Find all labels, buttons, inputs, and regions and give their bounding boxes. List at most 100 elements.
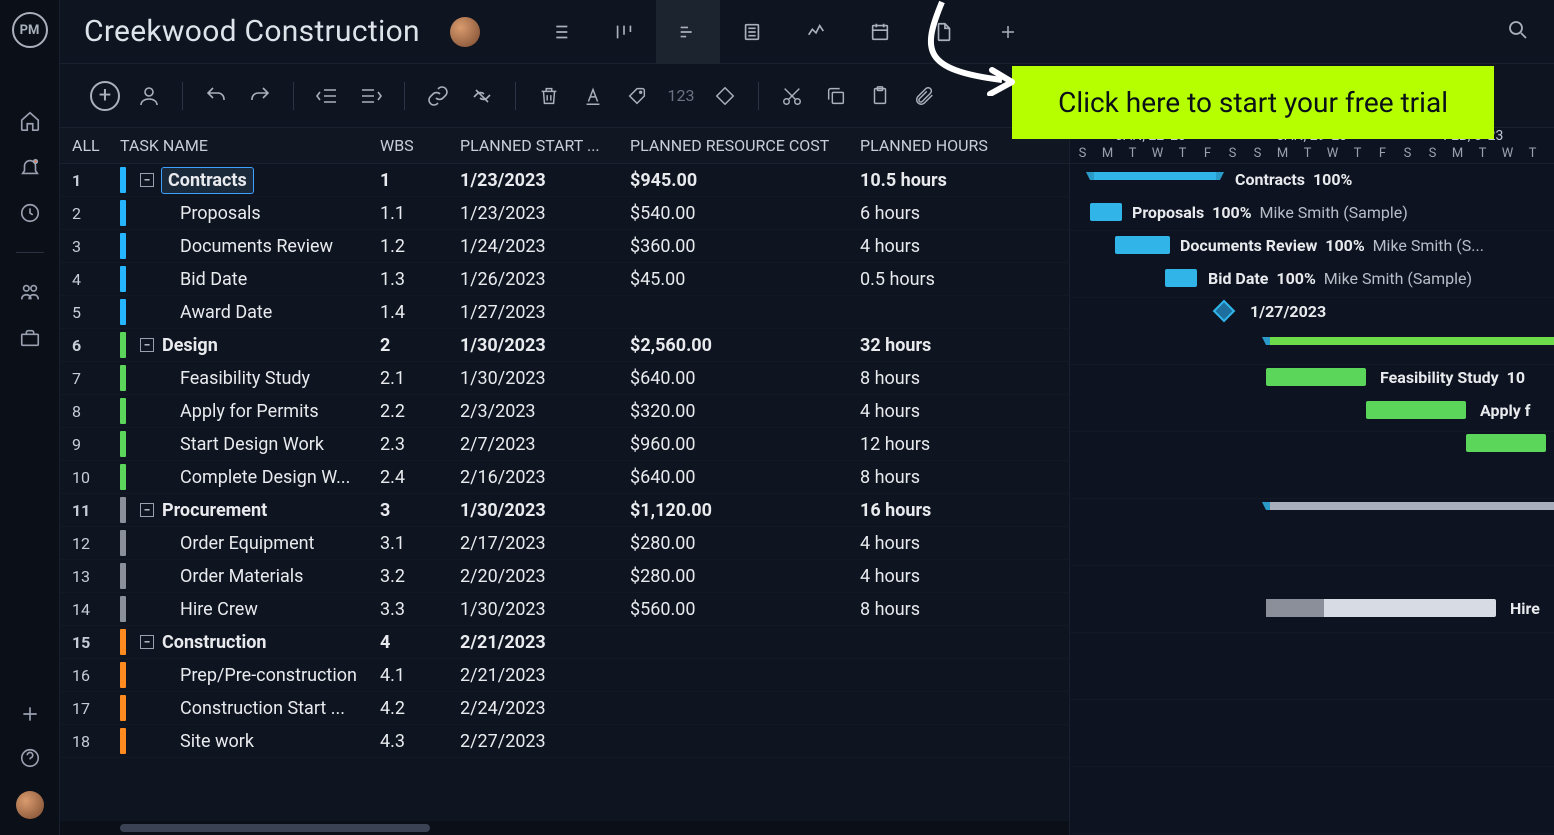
- people-icon[interactable]: [19, 281, 41, 303]
- table-row[interactable]: 6−Design21/30/2023$2,560.0032 hours: [60, 329, 1069, 362]
- search-icon[interactable]: [1506, 18, 1530, 46]
- task-name-cell[interactable]: Hire Crew: [140, 599, 258, 620]
- gantt-bar[interactable]: [1466, 434, 1546, 452]
- task-name-cell[interactable]: Bid Date: [140, 269, 247, 290]
- cost-cell[interactable]: $45.00: [630, 269, 860, 290]
- table-row[interactable]: 5Award Date1.41/27/2023: [60, 296, 1069, 329]
- copy-button[interactable]: [815, 75, 857, 117]
- gantt-bar[interactable]: [1090, 172, 1220, 180]
- task-name-cell[interactable]: Start Design Work: [140, 434, 324, 455]
- start-cell[interactable]: 2/27/2023: [460, 731, 630, 752]
- cost-cell[interactable]: $360.00: [630, 236, 860, 257]
- briefcase-icon[interactable]: [19, 327, 41, 349]
- wbs-cell[interactable]: 2.3: [380, 434, 460, 455]
- task-name-cell[interactable]: Construction Start ...: [140, 698, 345, 719]
- table-row[interactable]: 7Feasibility Study2.11/30/2023$640.008 h…: [60, 362, 1069, 395]
- home-icon[interactable]: [19, 110, 41, 132]
- tag-button[interactable]: [616, 75, 658, 117]
- table-row[interactable]: 18Site work4.32/27/2023: [60, 725, 1069, 758]
- project-owner-avatar[interactable]: [450, 17, 480, 47]
- hours-cell[interactable]: 8 hours: [860, 599, 1020, 620]
- horizontal-scrollbar[interactable]: [60, 821, 1069, 835]
- gantt-milestone[interactable]: [1213, 300, 1236, 323]
- task-name-cell[interactable]: Award Date: [140, 302, 272, 323]
- milestone-button[interactable]: [704, 75, 746, 117]
- table-row[interactable]: 3Documents Review1.21/24/2023$360.004 ho…: [60, 230, 1069, 263]
- start-cell[interactable]: 1/23/2023: [460, 203, 630, 224]
- start-cell[interactable]: 1/30/2023: [460, 368, 630, 389]
- hours-cell[interactable]: 16 hours: [860, 500, 1020, 521]
- wbs-cell[interactable]: 2.1: [380, 368, 460, 389]
- delete-button[interactable]: [528, 75, 570, 117]
- help-icon[interactable]: [19, 747, 41, 769]
- col-planned-start[interactable]: PLANNED START ...: [460, 136, 630, 155]
- gantt-bar[interactable]: [1266, 502, 1554, 510]
- start-cell[interactable]: 2/3/2023: [460, 401, 630, 422]
- wbs-cell[interactable]: 1.1: [380, 203, 460, 224]
- wbs-cell[interactable]: 1.2: [380, 236, 460, 257]
- start-cell[interactable]: 2/17/2023: [460, 533, 630, 554]
- task-name-cell[interactable]: Apply for Permits: [140, 401, 319, 422]
- task-name-cell[interactable]: Feasibility Study: [140, 368, 310, 389]
- list-view-tab[interactable]: [528, 0, 592, 64]
- gantt-chart[interactable]: JAN, 22 '23JAN, 29 '23FEB, 5 '23 SMTWTFS…: [1070, 128, 1554, 835]
- sheet-view-tab[interactable]: [720, 0, 784, 64]
- board-view-tab[interactable]: [592, 0, 656, 64]
- start-cell[interactable]: 2/24/2023: [460, 698, 630, 719]
- start-cell[interactable]: 2/16/2023: [460, 467, 630, 488]
- hours-cell[interactable]: 6 hours: [860, 203, 1020, 224]
- start-cell[interactable]: 1/27/2023: [460, 302, 630, 323]
- dashboard-view-tab[interactable]: [784, 0, 848, 64]
- wbs-cell[interactable]: 4.1: [380, 665, 460, 686]
- cost-cell[interactable]: $280.00: [630, 533, 860, 554]
- user-avatar[interactable]: [16, 791, 44, 819]
- start-cell[interactable]: 2/21/2023: [460, 665, 630, 686]
- cost-cell[interactable]: $960.00: [630, 434, 860, 455]
- wbs-cell[interactable]: 3.2: [380, 566, 460, 587]
- task-name-cell[interactable]: Documents Review: [140, 236, 333, 257]
- table-row[interactable]: 16Prep/Pre-construction4.12/21/2023: [60, 659, 1069, 692]
- wbs-cell[interactable]: 2.2: [380, 401, 460, 422]
- expand-toggle[interactable]: −: [140, 173, 154, 187]
- cost-cell[interactable]: $640.00: [630, 368, 860, 389]
- hours-cell[interactable]: 0.5 hours: [860, 269, 1020, 290]
- hours-cell[interactable]: 8 hours: [860, 467, 1020, 488]
- redo-button[interactable]: [239, 75, 281, 117]
- expand-toggle[interactable]: −: [140, 635, 154, 649]
- table-row[interactable]: 15−Construction42/21/2023: [60, 626, 1069, 659]
- table-row[interactable]: 1−Contracts11/23/2023$945.0010.5 hours: [60, 164, 1069, 197]
- add-task-button[interactable]: +: [84, 75, 126, 117]
- gantt-bar[interactable]: [1115, 236, 1170, 254]
- start-cell[interactable]: 1/30/2023: [460, 599, 630, 620]
- table-row[interactable]: 17Construction Start ...4.22/24/2023: [60, 692, 1069, 725]
- gantt-bar[interactable]: [1366, 401, 1466, 419]
- start-cell[interactable]: 1/30/2023: [460, 500, 630, 521]
- undo-button[interactable]: [195, 75, 237, 117]
- hours-cell[interactable]: 4 hours: [860, 401, 1020, 422]
- wbs-cell[interactable]: 3.1: [380, 533, 460, 554]
- project-title[interactable]: Creekwood Construction: [84, 14, 420, 49]
- wbs-number-button[interactable]: 123: [660, 75, 702, 117]
- hours-cell[interactable]: 4 hours: [860, 566, 1020, 587]
- wbs-cell[interactable]: 2: [380, 335, 460, 356]
- start-cell[interactable]: 1/26/2023: [460, 269, 630, 290]
- col-wbs[interactable]: WBS: [380, 136, 460, 155]
- start-cell[interactable]: 2/7/2023: [460, 434, 630, 455]
- task-name-cell[interactable]: Complete Design W...: [140, 467, 350, 488]
- task-name-cell[interactable]: Site work: [140, 731, 254, 752]
- task-name-cell[interactable]: Prep/Pre-construction: [140, 665, 357, 686]
- start-cell[interactable]: 2/20/2023: [460, 566, 630, 587]
- table-row[interactable]: 12Order Equipment3.12/17/2023$280.004 ho…: [60, 527, 1069, 560]
- outdent-button[interactable]: [306, 75, 348, 117]
- col-task-name[interactable]: TASK NAME: [120, 136, 380, 155]
- start-cell[interactable]: 1/30/2023: [460, 335, 630, 356]
- text-color-button[interactable]: [572, 75, 614, 117]
- wbs-cell[interactable]: 4.3: [380, 731, 460, 752]
- col-planned-cost[interactable]: PLANNED RESOURCE COST: [630, 136, 860, 155]
- cost-cell[interactable]: $560.00: [630, 599, 860, 620]
- wbs-cell[interactable]: 1: [380, 170, 460, 191]
- col-all[interactable]: ALL: [72, 136, 120, 155]
- task-name-cell[interactable]: Order Equipment: [140, 533, 314, 554]
- start-cell[interactable]: 1/23/2023: [460, 170, 630, 191]
- cut-button[interactable]: [771, 75, 813, 117]
